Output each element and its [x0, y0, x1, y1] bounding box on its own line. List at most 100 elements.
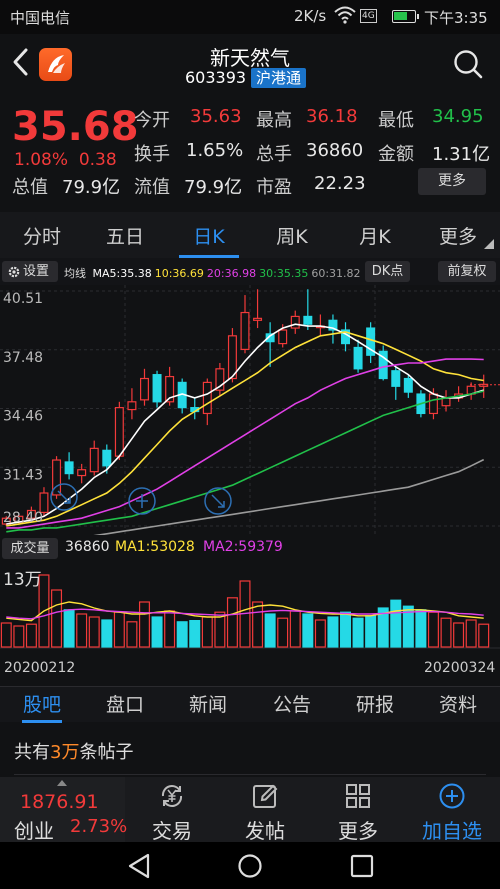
- signal-icon: 4G: [360, 9, 377, 23]
- volume-ma2: MA2:59379: [203, 539, 283, 555]
- quote-label: 最高: [256, 110, 292, 131]
- volume-bar: [465, 619, 477, 648]
- volume-bar: [176, 621, 188, 648]
- tab-period[interactable]: 分时: [12, 222, 72, 249]
- post-count-prefix: 共有: [14, 742, 50, 763]
- post-count-number: 3万: [50, 742, 80, 763]
- candle: [64, 452, 74, 480]
- volume-max-label: 13万: [3, 570, 42, 590]
- candle: [315, 314, 325, 336]
- quote-label: 最低: [378, 110, 414, 131]
- volume-ma1: MA1:53028: [115, 539, 195, 555]
- volume-bar: [264, 613, 276, 648]
- back-triangle-icon[interactable]: [127, 853, 151, 879]
- volume-bar: [415, 609, 427, 648]
- forward-adjust-button[interactable]: 前复权: [438, 261, 496, 282]
- nav-add-watchlist[interactable]: 加自选: [412, 777, 492, 843]
- index-ticker[interactable]: 1876.91 创业 2.73%: [0, 777, 127, 843]
- volume-indicator-button[interactable]: 成交量: [2, 538, 58, 559]
- volume-bar: [478, 623, 490, 648]
- y-tick-label: 31.43: [3, 467, 43, 483]
- bottom-bar: 1876.91 创业 2.73% 交易 发帖 更多 加自选: [0, 777, 500, 843]
- recents-square-icon[interactable]: [350, 854, 374, 878]
- content-tabs: 股吧 盘口 新闻 公告 研报 资料: [0, 686, 500, 723]
- y-tick-label: 40.51: [3, 291, 43, 307]
- tab-content[interactable]: 股吧: [12, 690, 72, 717]
- stock-name: 新天然气: [210, 46, 290, 70]
- volume-bar: [277, 617, 289, 648]
- index-value: 1876.91: [20, 791, 99, 813]
- period-tabs: 分时 五日 日K 周K 月K 更多: [0, 212, 500, 258]
- volume-bar: [63, 609, 75, 648]
- plus-circle-icon: [439, 783, 465, 809]
- nav-add-watchlist-label: 加自选: [422, 819, 482, 843]
- candle: [303, 289, 313, 331]
- nav-more-label: 更多: [338, 819, 378, 843]
- android-nav-bar: [0, 842, 500, 889]
- ma-legend-item: 10:36.69: [154, 267, 204, 280]
- volume-header: 成交量 36860 MA1:53028 MA2:59379: [0, 536, 500, 561]
- grid-icon: [346, 784, 370, 808]
- settings-label: 设置: [23, 264, 50, 279]
- volume-bar: [427, 611, 439, 648]
- quote-label: 换手: [134, 144, 170, 165]
- tab-period[interactable]: 五日: [95, 222, 155, 249]
- quote-more-button[interactable]: 更多: [418, 168, 486, 195]
- volume-bar: [113, 611, 125, 648]
- kline-chart[interactable]: 40.51 37.48 34.46 31.43 28.40: [0, 285, 500, 535]
- tab-content[interactable]: 资料: [428, 690, 488, 717]
- volume-bar: [352, 617, 364, 648]
- ma-legend-item: 30:35.35: [259, 267, 309, 280]
- signal-marker-icon[interactable]: [204, 487, 232, 515]
- volume-value: 36860: [65, 539, 110, 555]
- volume-bar: [189, 619, 201, 648]
- tab-period[interactable]: 更多: [428, 222, 488, 249]
- tab-content[interactable]: 公告: [262, 690, 322, 717]
- volume-bar: [25, 623, 37, 648]
- volume-bar: [314, 619, 326, 648]
- candle: [265, 322, 275, 367]
- quote-value: 35.63: [190, 106, 242, 127]
- tab-content[interactable]: 新闻: [178, 690, 238, 717]
- search-icon[interactable]: [452, 48, 484, 80]
- volume-bar: [88, 616, 100, 648]
- signal-marker-icon[interactable]: [50, 483, 78, 511]
- volume-bar: [126, 621, 138, 648]
- stock-header: 新天然气 603393 沪港通: [0, 34, 500, 96]
- nav-more[interactable]: 更多: [318, 777, 398, 843]
- post-count: 共有3万条帖子: [14, 738, 133, 764]
- tab-period[interactable]: 日K: [179, 222, 239, 249]
- stock-code: 603393: [185, 68, 247, 87]
- post-count-suffix: 条帖子: [79, 742, 134, 763]
- quote-label: 流值: [134, 177, 170, 198]
- volume-bar: [453, 622, 465, 648]
- quote-value: 1.31亿: [432, 144, 491, 165]
- change-amount: 0.38: [78, 150, 117, 170]
- volume-bar: [365, 615, 377, 648]
- candle: [240, 295, 250, 354]
- gear-icon: [8, 266, 20, 278]
- chart-settings-button[interactable]: 设置: [2, 261, 58, 282]
- nav-trade[interactable]: 交易: [132, 777, 212, 843]
- tab-content[interactable]: 盘口: [95, 690, 155, 717]
- quote-label: 今开: [134, 110, 170, 131]
- volume-bar: [252, 601, 264, 648]
- status-bar: 中国电信 2K/s 4G 下午3:35: [0, 0, 500, 34]
- volume-bar: [289, 610, 301, 648]
- quote-value: 36860: [306, 140, 364, 161]
- candle: [353, 339, 363, 373]
- nav-post[interactable]: 发帖: [225, 777, 305, 843]
- volume-bar: [101, 619, 113, 648]
- yuan-refresh-icon: [161, 785, 183, 807]
- home-circle-icon[interactable]: [237, 853, 263, 879]
- nav-trade-label: 交易: [152, 819, 192, 843]
- volume-chart[interactable]: 13万 20200212 20200324: [0, 561, 500, 686]
- tab-content[interactable]: 研报: [345, 690, 405, 717]
- tab-period[interactable]: 周K: [262, 222, 322, 249]
- dk-point-button[interactable]: DK点: [365, 261, 410, 282]
- volume-bar: [390, 599, 402, 648]
- candle: [253, 289, 263, 329]
- tab-period[interactable]: 月K: [345, 222, 405, 249]
- candle: [215, 362, 225, 396]
- quote-label: 总值: [12, 177, 48, 198]
